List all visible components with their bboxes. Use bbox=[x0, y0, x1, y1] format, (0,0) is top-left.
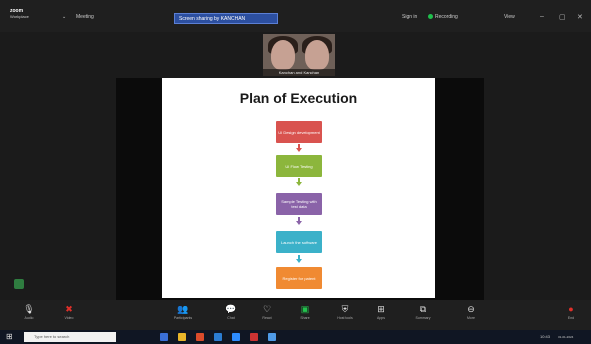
down-arrow-icon bbox=[296, 178, 302, 187]
step-5: Register for patent bbox=[276, 267, 322, 289]
host-tools-label: Host tools bbox=[337, 316, 353, 320]
down-arrow-icon bbox=[296, 144, 302, 153]
close-button[interactable]: ✕ bbox=[577, 13, 583, 21]
share-tab[interactable]: Screen sharing by KANCHAN bbox=[174, 13, 278, 24]
shield-icon: ⛨ bbox=[341, 304, 349, 314]
restore-button[interactable]: ▢ bbox=[559, 13, 566, 21]
view-button[interactable]: View bbox=[504, 14, 515, 20]
chat-label: Chat bbox=[227, 316, 235, 320]
slide-title: Plan of Execution bbox=[239, 90, 358, 106]
end-button[interactable]: ● End bbox=[556, 303, 586, 320]
zoom-taskbar-icon[interactable] bbox=[232, 333, 240, 341]
video-label: Video bbox=[64, 316, 74, 320]
down-arrow-icon bbox=[296, 255, 302, 264]
step-3: Sample Testing with test data bbox=[276, 193, 322, 215]
participants-icon: 👥 bbox=[177, 304, 189, 314]
host-tools-button[interactable]: ⛨ Host tools bbox=[330, 303, 360, 320]
recording-label: Recording bbox=[435, 14, 458, 20]
end-label: End bbox=[567, 316, 575, 320]
taskbar-date[interactable]: 31-01-2024 bbox=[558, 335, 573, 339]
microphone-icon: 🎙 bbox=[23, 304, 35, 314]
share-label: Share bbox=[300, 316, 310, 320]
chat-button[interactable]: 💬 Chat bbox=[216, 303, 246, 320]
taskbar-app-icon[interactable] bbox=[268, 333, 276, 341]
participant-video[interactable]: Kanchan and Kanchan bbox=[263, 34, 335, 76]
os-taskbar: ⊞ Type here to search 10:43 31-01-2024 bbox=[0, 330, 591, 344]
taskbar-search-input[interactable]: Type here to search bbox=[24, 332, 116, 342]
chat-icon: 💬 bbox=[225, 304, 237, 314]
participant-name: Kanchan and Kanchan bbox=[263, 69, 335, 76]
taskbar-app-icon[interactable] bbox=[196, 333, 204, 341]
react-label: React bbox=[262, 316, 272, 320]
face-shape bbox=[271, 40, 295, 70]
presentation-slide: Plan of Execution UI Design development … bbox=[162, 78, 435, 298]
summary-icon: ⧉ bbox=[419, 304, 427, 314]
react-button[interactable]: ♡ React bbox=[252, 303, 282, 320]
taskbar-time[interactable]: 10:43 bbox=[540, 334, 550, 339]
chevron-down-icon[interactable]: ⌄ bbox=[62, 14, 66, 20]
more-icon: ⊖ bbox=[467, 304, 475, 314]
meeting-label[interactable]: Meeting bbox=[76, 14, 94, 20]
audio-button[interactable]: 🎙 Audio bbox=[14, 303, 44, 320]
apps-label: Apps bbox=[377, 316, 385, 320]
app-logo: zoom Workplace bbox=[10, 8, 29, 20]
share-button[interactable]: ▣ Share bbox=[290, 303, 320, 320]
meeting-toolbar: 🎙 Audio ✖ Video 👥 Participants 💬 Chat ♡ … bbox=[0, 300, 591, 330]
recording-indicator[interactable]: Recording bbox=[428, 14, 458, 20]
more-button[interactable]: ⊖ More bbox=[456, 303, 486, 320]
step-2: UI Flow Testing bbox=[276, 155, 322, 177]
end-call-icon: ● bbox=[568, 304, 574, 314]
down-arrow-icon bbox=[296, 217, 302, 226]
minimize-button[interactable]: – bbox=[540, 13, 544, 20]
taskbar-app-icon[interactable] bbox=[160, 333, 168, 341]
react-icon: ♡ bbox=[262, 304, 272, 314]
video-off-icon: ✖ bbox=[65, 304, 73, 314]
step-1: UI Design development bbox=[276, 121, 322, 143]
apps-button[interactable]: ⊞ Apps bbox=[366, 303, 396, 320]
summary-button[interactable]: ⧉ Summary bbox=[408, 303, 438, 320]
step-4: Launch the software bbox=[276, 231, 322, 253]
title-bar: zoom Workplace ⌄ Meeting Screen sharing … bbox=[0, 0, 591, 32]
meeting-info-icon[interactable] bbox=[14, 279, 24, 289]
more-label: More bbox=[467, 316, 475, 320]
video-button[interactable]: ✖ Video bbox=[54, 303, 84, 320]
participants-label: Participants bbox=[173, 316, 193, 320]
record-dot-icon bbox=[428, 14, 433, 20]
audio-label: Audio bbox=[24, 316, 34, 320]
signin-link[interactable]: Sign in bbox=[402, 14, 417, 20]
summary-label: Summary bbox=[415, 316, 431, 320]
windows-start-icon[interactable]: ⊞ bbox=[6, 333, 14, 341]
face-shape bbox=[305, 40, 329, 70]
taskbar-app-icon[interactable] bbox=[214, 333, 222, 341]
participants-button[interactable]: 👥 Participants bbox=[168, 303, 198, 320]
taskbar-app-icon[interactable] bbox=[178, 333, 186, 341]
apps-icon: ⊞ bbox=[377, 304, 385, 314]
taskbar-app-icon[interactable] bbox=[250, 333, 258, 341]
share-screen-icon: ▣ bbox=[300, 304, 310, 314]
brand-line2: Workplace bbox=[10, 14, 29, 19]
